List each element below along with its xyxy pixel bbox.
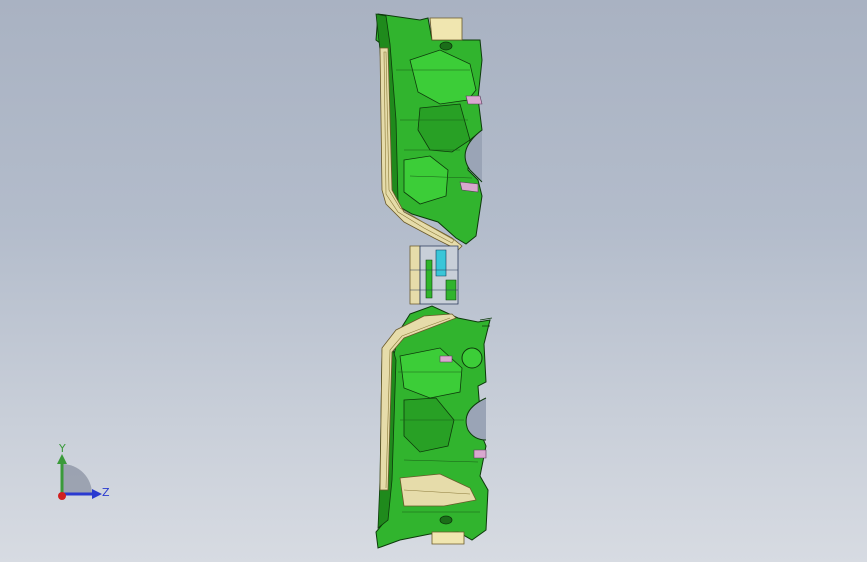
middle-neck[interactable]	[409, 245, 459, 305]
lower-part-body[interactable]	[375, 305, 493, 549]
triad-plane-icon	[62, 464, 92, 494]
y-axis-label: Y	[59, 442, 66, 455]
graphics-viewport[interactable]: Y Z	[0, 0, 867, 562]
upper-part-body[interactable]	[375, 13, 483, 251]
model-3d-view[interactable]	[0, 0, 867, 562]
x-axis-origin-icon	[58, 492, 66, 500]
z-axis-label: Z	[102, 486, 110, 499]
